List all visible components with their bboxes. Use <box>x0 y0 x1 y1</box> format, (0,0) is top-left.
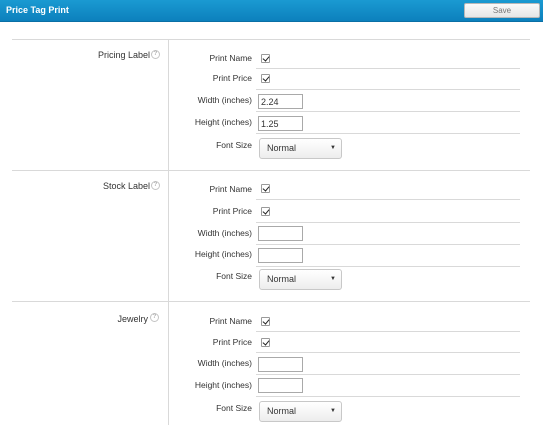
print-price-label: Print Price <box>212 337 252 347</box>
print-price-label: Print Price <box>212 206 252 216</box>
section-divider <box>12 170 530 171</box>
height-label: Height (inches) <box>194 117 252 127</box>
help-icon[interactable]: ? <box>151 50 160 59</box>
print-price-checkbox[interactable] <box>261 207 270 216</box>
font-size-label: Font Size <box>216 271 252 281</box>
width-label: Width (inches) <box>197 95 252 105</box>
page-title: Price Tag Print <box>6 5 69 15</box>
height-input[interactable] <box>258 378 303 393</box>
font-size-value: Normal <box>267 406 297 416</box>
print-name-checkbox[interactable] <box>261 184 270 193</box>
width-input[interactable] <box>258 357 303 372</box>
font-size-label: Font Size <box>216 140 252 150</box>
width-label: Width (inches) <box>197 358 252 368</box>
section-title: Pricing Label <box>97 50 150 60</box>
chevron-down-icon: ▼ <box>330 408 336 414</box>
row-divider <box>256 244 520 245</box>
height-label: Height (inches) <box>194 249 252 259</box>
section-title: Jewelry <box>117 314 148 324</box>
print-price-checkbox[interactable] <box>261 338 270 347</box>
chevron-down-icon: ▼ <box>330 145 336 151</box>
help-icon[interactable]: ? <box>150 313 159 322</box>
height-input[interactable] <box>258 116 303 131</box>
row-divider <box>256 374 520 375</box>
chevron-down-icon: ▼ <box>330 276 336 282</box>
row-divider <box>256 266 520 267</box>
title-bar: Price Tag Print Save <box>0 0 543 22</box>
width-input[interactable] <box>258 226 303 241</box>
print-name-label: Print Name <box>209 184 252 194</box>
height-input[interactable] <box>258 248 303 263</box>
row-divider <box>256 199 520 200</box>
font-size-select[interactable]: Normal ▼ <box>259 401 342 422</box>
row-divider <box>256 89 520 90</box>
print-price-checkbox[interactable] <box>261 74 270 83</box>
font-size-value: Normal <box>267 274 297 284</box>
height-label: Height (inches) <box>194 380 252 390</box>
help-icon[interactable]: ? <box>151 181 160 190</box>
row-divider <box>256 222 520 223</box>
section-title: Stock Label <box>102 181 150 191</box>
width-label: Width (inches) <box>197 228 252 238</box>
section-divider-vertical <box>168 40 169 170</box>
section-divider-vertical <box>168 302 169 425</box>
font-size-value: Normal <box>267 143 297 153</box>
row-divider <box>256 396 520 397</box>
section-divider-vertical <box>168 171 169 301</box>
row-divider <box>256 133 520 134</box>
row-divider <box>256 331 520 332</box>
row-divider <box>256 352 520 353</box>
print-name-label: Print Name <box>209 53 252 63</box>
width-input[interactable] <box>258 94 303 109</box>
form-top-divider <box>12 39 530 40</box>
row-divider <box>256 68 520 69</box>
font-size-select[interactable]: Normal ▼ <box>259 269 342 290</box>
print-price-label: Print Price <box>212 73 252 83</box>
row-divider <box>256 111 520 112</box>
print-name-label: Print Name <box>209 316 252 326</box>
font-size-select[interactable]: Normal ▼ <box>259 138 342 159</box>
section-divider <box>12 301 530 302</box>
font-size-label: Font Size <box>216 403 252 413</box>
print-name-checkbox[interactable] <box>261 54 270 63</box>
print-name-checkbox[interactable] <box>261 317 270 326</box>
save-button[interactable]: Save <box>464 3 540 18</box>
